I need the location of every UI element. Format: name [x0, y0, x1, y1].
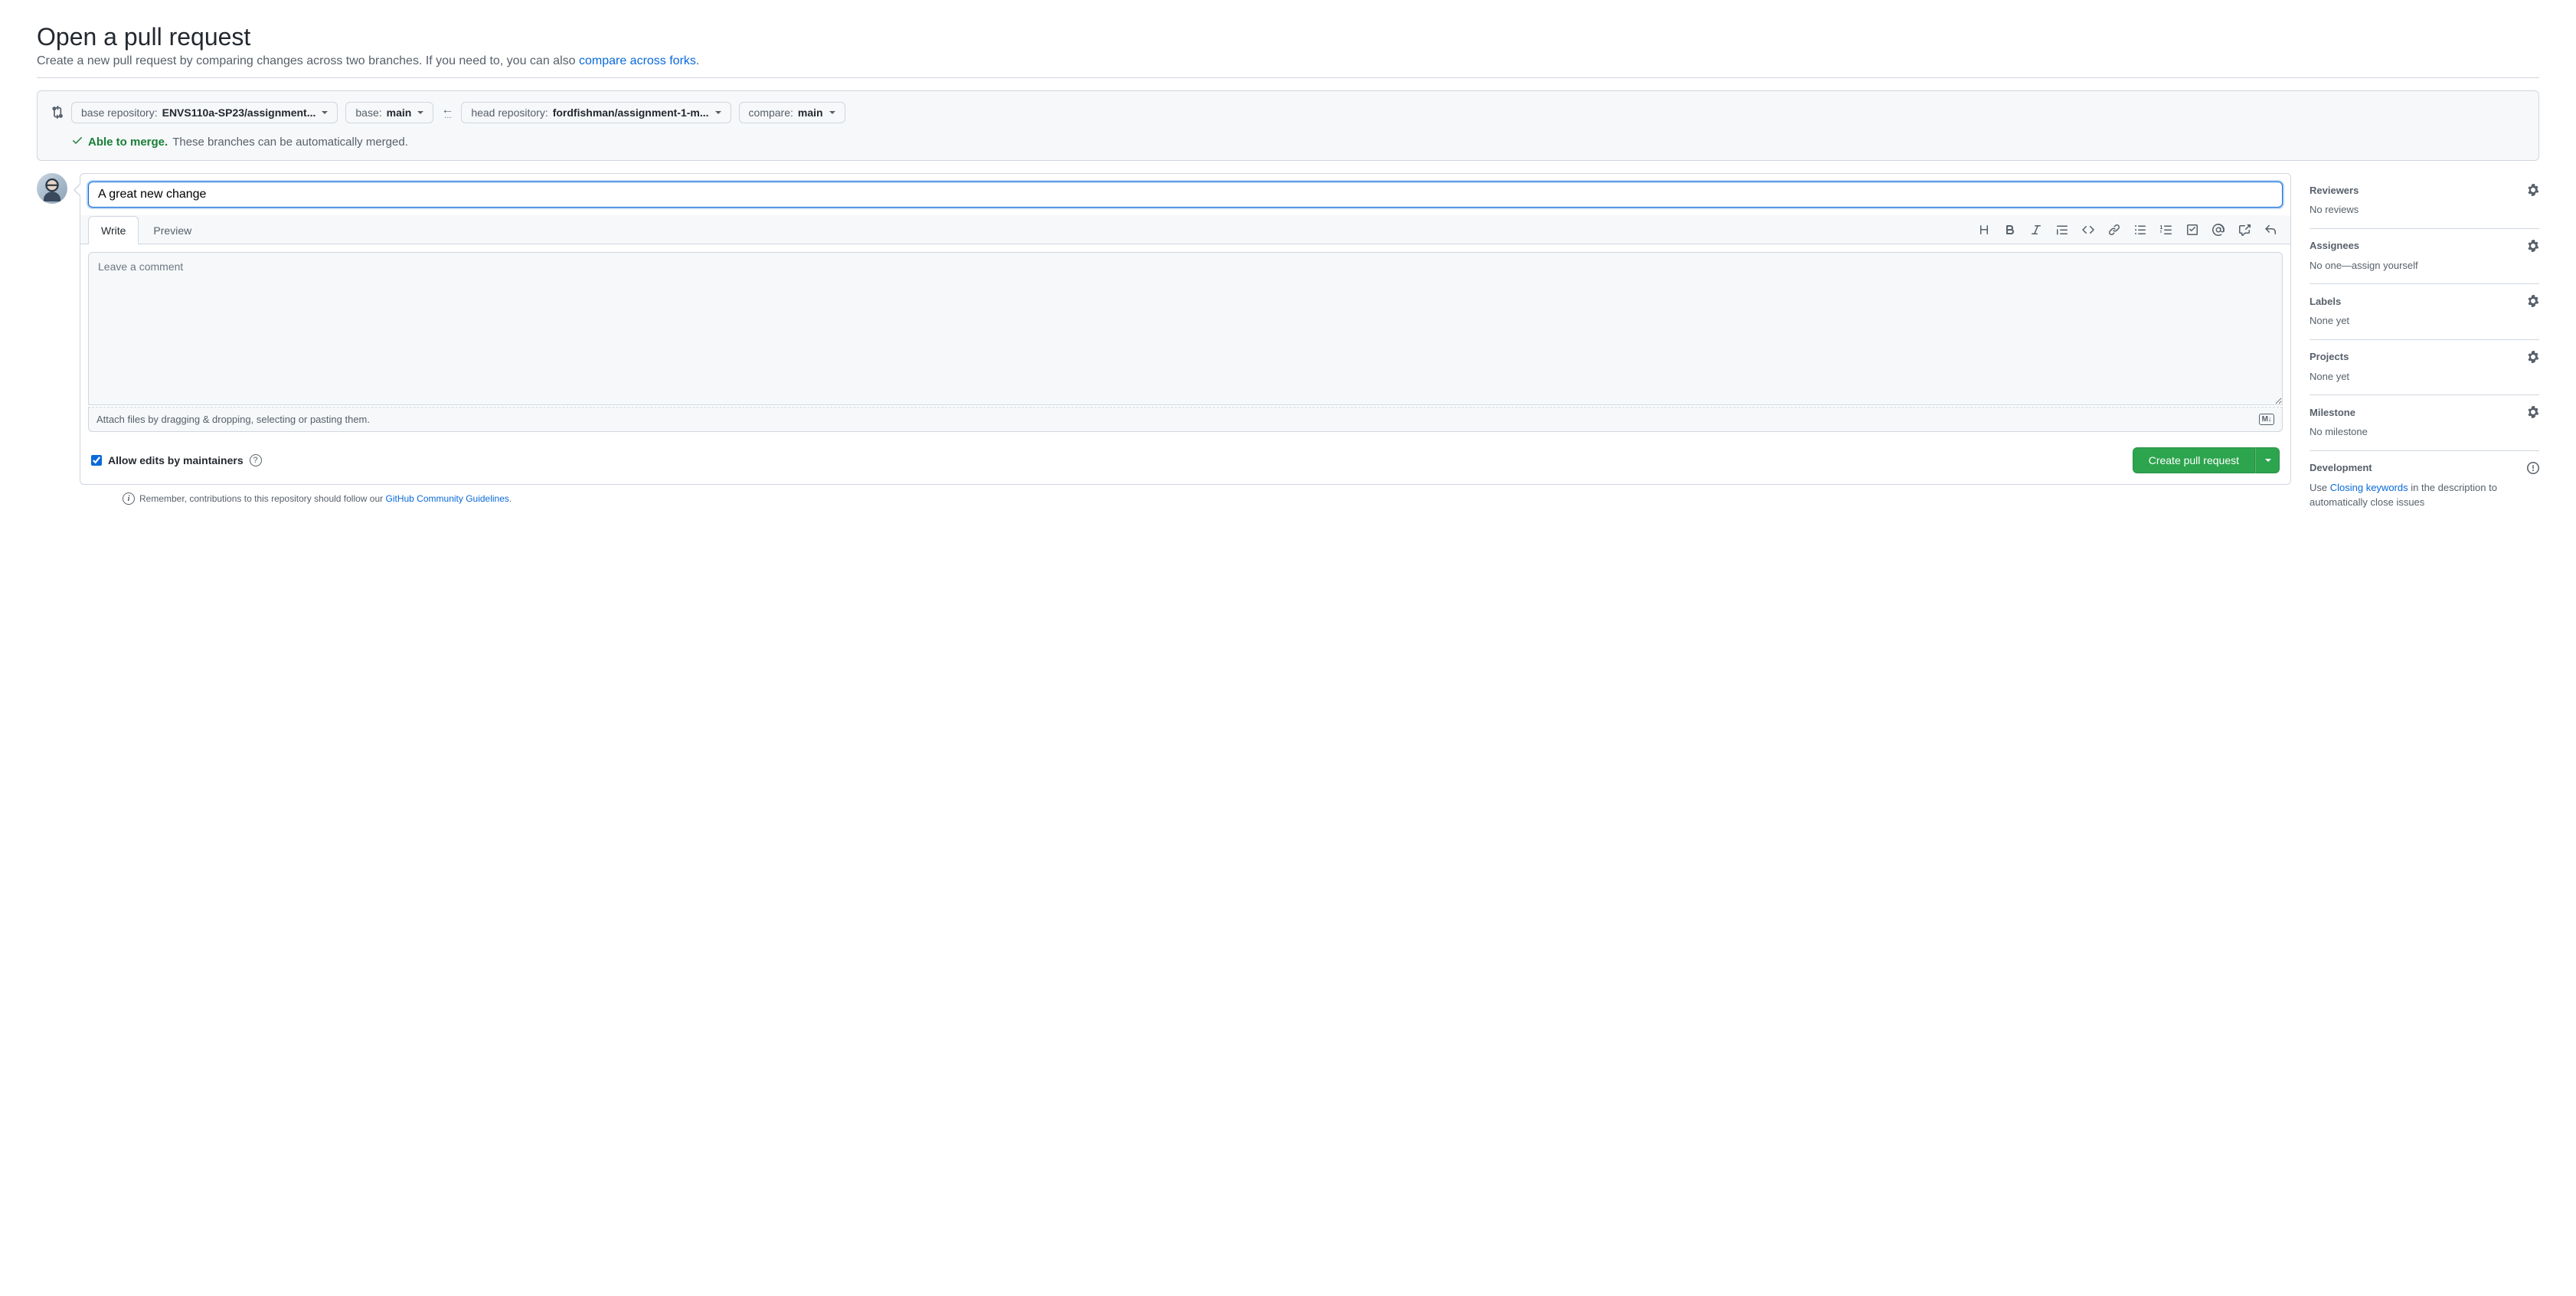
labels-section: Labels None yet [2310, 284, 2539, 340]
milestone-section: Milestone No milestone [2310, 395, 2539, 451]
git-compare-icon [50, 105, 64, 121]
community-guidelines-link[interactable]: GitHub Community Guidelines [386, 493, 509, 504]
link-icon[interactable] [2107, 222, 2122, 237]
comment-textarea[interactable] [88, 252, 2283, 405]
compare-branch-select[interactable]: compare: main [739, 102, 845, 123]
cross-reference-icon[interactable] [2237, 222, 2252, 237]
heading-icon[interactable] [1976, 222, 1992, 237]
caret-down-icon [417, 111, 423, 114]
quote-icon[interactable] [2055, 222, 2070, 237]
code-icon[interactable] [2081, 222, 2096, 237]
projects-section: Projects None yet [2310, 340, 2539, 396]
arrow-left-icon: ←… [441, 106, 453, 119]
caret-down-icon [715, 111, 721, 114]
attach-bar[interactable]: Attach files by dragging & dropping, sel… [88, 407, 2283, 432]
pr-title-input[interactable] [88, 182, 2283, 208]
caret-down-icon [829, 111, 835, 114]
info-icon: i [123, 493, 135, 505]
gear-icon[interactable] [2527, 406, 2539, 418]
info-icon[interactable] [2527, 462, 2539, 474]
mention-icon[interactable] [2211, 222, 2226, 237]
allow-edits-checkbox[interactable]: Allow edits by maintainers ? [91, 454, 262, 466]
gear-icon[interactable] [2527, 240, 2539, 252]
user-avatar[interactable] [37, 173, 67, 204]
assign-yourself-link[interactable]: assign yourself [2352, 260, 2418, 271]
formatting-toolbar [1976, 222, 2283, 237]
compare-across-forks-link[interactable]: compare across forks [579, 54, 696, 67]
italic-icon[interactable] [2028, 222, 2044, 237]
comment-box: Write Preview [80, 173, 2291, 485]
page-title: Open a pull request [37, 23, 2539, 51]
create-pull-request-button[interactable]: Create pull request [2133, 447, 2255, 473]
tasklist-icon[interactable] [2185, 222, 2200, 237]
page-subtitle: Create a new pull request by comparing c… [37, 54, 2539, 78]
gear-icon[interactable] [2527, 295, 2539, 307]
bold-icon[interactable] [2002, 222, 2018, 237]
gear-icon[interactable] [2527, 184, 2539, 196]
caret-down-icon [2265, 459, 2271, 462]
create-pull-request-dropdown[interactable] [2255, 447, 2280, 473]
base-repo-select[interactable]: base repository: ENVS110a-SP23/assignmen… [71, 102, 338, 123]
base-branch-select[interactable]: base: main [345, 102, 433, 123]
sidebar: Reviewers No reviews Assignees No one—as… [2310, 173, 2539, 521]
merge-status: Able to merge. These branches can be aut… [50, 134, 2526, 149]
head-repo-select[interactable]: head repository: fordfishman/assignment-… [461, 102, 731, 123]
tab-write[interactable]: Write [88, 216, 139, 244]
ordered-list-icon[interactable] [2159, 222, 2174, 237]
assignees-section: Assignees No one—assign yourself [2310, 229, 2539, 285]
footnote: i Remember, contributions to this reposi… [123, 493, 2291, 505]
markdown-icon[interactable]: M↓ [2259, 414, 2274, 425]
closing-keywords-link[interactable]: Closing keywords [2330, 482, 2408, 493]
check-icon [71, 134, 83, 149]
reply-icon[interactable] [2263, 222, 2278, 237]
gear-icon[interactable] [2527, 351, 2539, 363]
reviewers-section: Reviewers No reviews [2310, 173, 2539, 229]
unordered-list-icon[interactable] [2133, 222, 2148, 237]
tab-preview[interactable]: Preview [140, 216, 204, 244]
compare-box: base repository: ENVS110a-SP23/assignmen… [37, 90, 2539, 161]
help-icon[interactable]: ? [250, 454, 262, 466]
caret-down-icon [322, 111, 328, 114]
development-section: Development Use Closing keywords in the … [2310, 451, 2539, 521]
